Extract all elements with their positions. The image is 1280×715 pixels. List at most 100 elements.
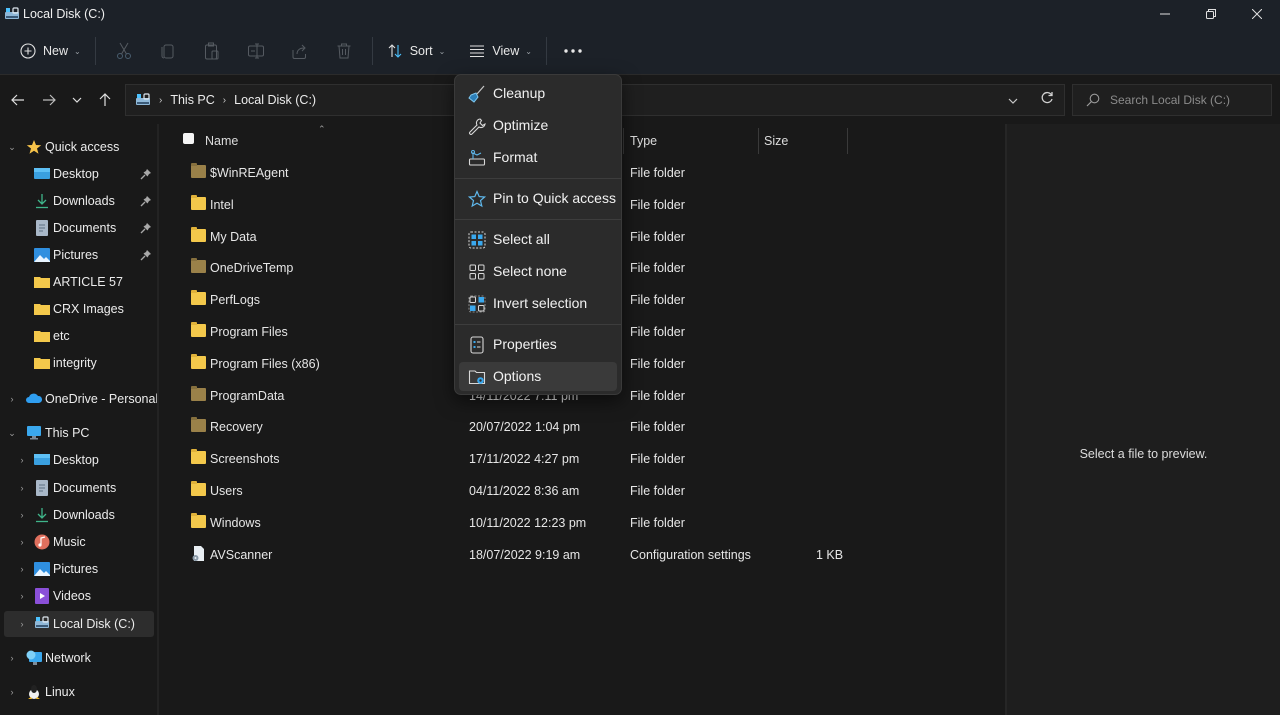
menu-item-label: Pin to Quick access xyxy=(493,190,616,206)
chevron-right-icon[interactable]: › xyxy=(6,653,18,663)
menu-item-cleanup[interactable]: Cleanup xyxy=(459,79,617,108)
sidebar-item-this-pc[interactable]: ⌄ This PC xyxy=(4,420,154,446)
chevron-right-icon[interactable]: › xyxy=(16,619,28,629)
sort-icon xyxy=(388,44,402,58)
sidebar-item-pc-local-disk[interactable]: › Local Disk (C:) xyxy=(4,611,154,637)
command-bar: New ⌄ Sort ⌄ View ⌄ xyxy=(0,28,1280,74)
chevron-right-icon[interactable]: › xyxy=(16,591,28,601)
address-history-button[interactable] xyxy=(1008,93,1018,107)
downloads-icon xyxy=(34,193,50,209)
sidebar-item-quick-access[interactable]: ⌄ Quick access xyxy=(4,134,154,160)
pictures-icon xyxy=(34,561,50,577)
view-button[interactable]: View ⌄ xyxy=(461,34,540,68)
sidebar-label: This PC xyxy=(45,426,90,440)
chevron-right-icon[interactable]: › xyxy=(16,510,28,520)
sidebar-item-linux[interactable]: › Linux xyxy=(4,679,154,705)
column-header-type[interactable]: Type xyxy=(630,128,657,154)
sidebar-item-qa-documents[interactable]: Documents xyxy=(4,215,154,241)
folder-icon xyxy=(34,329,50,345)
file-row[interactable]: AVScanner 18/07/2022 9:19 am Configuration… xyxy=(159,540,1005,570)
column-divider[interactable] xyxy=(847,128,848,154)
new-button[interactable]: New ⌄ xyxy=(12,34,89,68)
sidebar-item-pc-videos[interactable]: › Videos xyxy=(4,583,154,609)
file-type: File folder xyxy=(630,166,685,180)
sidebar-item-qa-crx-images[interactable]: CRX Images xyxy=(4,296,154,322)
delete-button[interactable] xyxy=(322,34,366,68)
sidebar-item-pc-documents[interactable]: › Documents xyxy=(4,475,154,501)
forward-button[interactable] xyxy=(37,88,61,112)
file-date-modified: 10/11/2022 12:23 pm xyxy=(469,515,587,530)
menu-item-label: Select none xyxy=(493,263,567,279)
chevron-right-icon[interactable]: › xyxy=(16,564,28,574)
menu-item-optimize[interactable]: Optimize xyxy=(459,111,617,140)
sort-button[interactable]: Sort ⌄ xyxy=(379,34,454,68)
search-input[interactable]: Search Local Disk (C:) xyxy=(1072,84,1272,116)
chevron-down-icon[interactable]: ⌄ xyxy=(6,428,18,439)
restore-button[interactable] xyxy=(1188,0,1234,28)
menu-item-select-all[interactable]: Select all xyxy=(459,225,617,254)
cut-button[interactable] xyxy=(102,34,146,68)
chevron-right-icon[interactable]: › xyxy=(16,455,28,465)
column-divider[interactable] xyxy=(758,128,759,154)
select-all-checkbox[interactable] xyxy=(183,133,194,144)
column-header-size[interactable]: Size xyxy=(764,128,788,154)
column-header-name[interactable]: Name xyxy=(205,128,238,154)
sidebar-label: Pictures xyxy=(53,248,99,262)
menu-item-invert-selection[interactable]: Invert selection xyxy=(459,289,617,318)
minimize-button[interactable] xyxy=(1142,0,1188,28)
sidebar-item-qa-pictures[interactable]: Pictures xyxy=(4,242,154,268)
column-divider[interactable] xyxy=(623,128,624,154)
rename-button[interactable] xyxy=(234,34,278,68)
sidebar-item-qa-article-57[interactable]: ARTICLE 57 xyxy=(4,269,154,295)
sidebar-label: Linux xyxy=(45,685,75,699)
file-row[interactable]: Screenshots 17/11/2022 4:27 pm File folder xyxy=(159,444,1005,474)
file-row[interactable]: Users 04/11/2022 8:36 am File folder xyxy=(159,476,1005,506)
chevron-right-icon[interactable]: › xyxy=(6,687,18,697)
sidebar-item-qa-etc[interactable]: etc xyxy=(4,323,154,349)
sidebar-item-pc-desktop[interactable]: › Desktop xyxy=(4,447,154,473)
file-name: Program Files xyxy=(210,325,288,339)
chevron-right-icon[interactable]: › xyxy=(16,483,28,493)
file-row[interactable]: Recovery 20/07/2022 1:04 pm File folder xyxy=(159,412,1005,442)
breadcrumb-separator[interactable]: › xyxy=(223,95,226,106)
file-name: OneDriveTemp xyxy=(210,261,294,276)
sidebar-item-pc-pictures[interactable]: › Pictures xyxy=(4,556,154,582)
chevron-right-icon[interactable]: › xyxy=(6,394,18,404)
sidebar-item-network[interactable]: › Network xyxy=(4,645,154,671)
sidebar-item-qa-desktop[interactable]: Desktop xyxy=(4,161,154,187)
restore-icon xyxy=(1206,9,1216,19)
chevron-down-icon xyxy=(72,97,82,103)
menu-item-label: Optimize xyxy=(493,117,549,133)
back-button[interactable] xyxy=(6,88,30,112)
sidebar-item-qa-downloads[interactable]: Downloads xyxy=(4,188,154,214)
see-more-button[interactable] xyxy=(553,34,593,68)
breadcrumb-local-disk[interactable]: Local Disk (C:) xyxy=(234,93,316,107)
chevron-down-icon[interactable]: ⌄ xyxy=(6,142,18,153)
share-button[interactable] xyxy=(278,34,322,68)
paste-button[interactable] xyxy=(190,34,234,68)
sidebar-item-qa-integrity[interactable]: integrity xyxy=(4,350,154,376)
copy-button[interactable] xyxy=(146,34,190,68)
up-button[interactable] xyxy=(93,88,117,112)
menu-item-select-none[interactable]: Select none xyxy=(459,257,617,286)
chevron-right-icon[interactable]: › xyxy=(16,537,28,547)
folder-icon xyxy=(191,481,206,496)
cleanup-icon xyxy=(468,85,486,103)
sidebar-label: Downloads xyxy=(53,508,115,522)
menu-item-properties[interactable]: Properties xyxy=(459,330,617,359)
file-name: AVScanner xyxy=(210,547,273,562)
sidebar-item-pc-music[interactable]: › Music xyxy=(4,529,154,555)
menu-item-pin-to-quick-access[interactable]: Pin to Quick access xyxy=(459,184,617,213)
sidebar-item-pc-downloads[interactable]: › Downloads xyxy=(4,502,154,528)
close-button[interactable] xyxy=(1234,0,1280,28)
folder-icon xyxy=(34,302,50,318)
menu-item-options[interactable]: Options xyxy=(459,362,617,391)
breadcrumb-this-pc[interactable]: This PC xyxy=(170,93,214,107)
sidebar-item-onedrive[interactable]: › OneDrive - Personal xyxy=(4,386,159,412)
breadcrumb-separator[interactable]: › xyxy=(159,95,162,106)
refresh-button[interactable] xyxy=(1040,91,1054,108)
recent-locations-button[interactable] xyxy=(65,88,89,112)
file-row[interactable]: Windows 10/11/2022 12:23 pm File folder xyxy=(159,508,1005,538)
menu-item-format[interactable]: Format xyxy=(459,143,617,172)
sidebar-label: Quick access xyxy=(45,140,120,154)
